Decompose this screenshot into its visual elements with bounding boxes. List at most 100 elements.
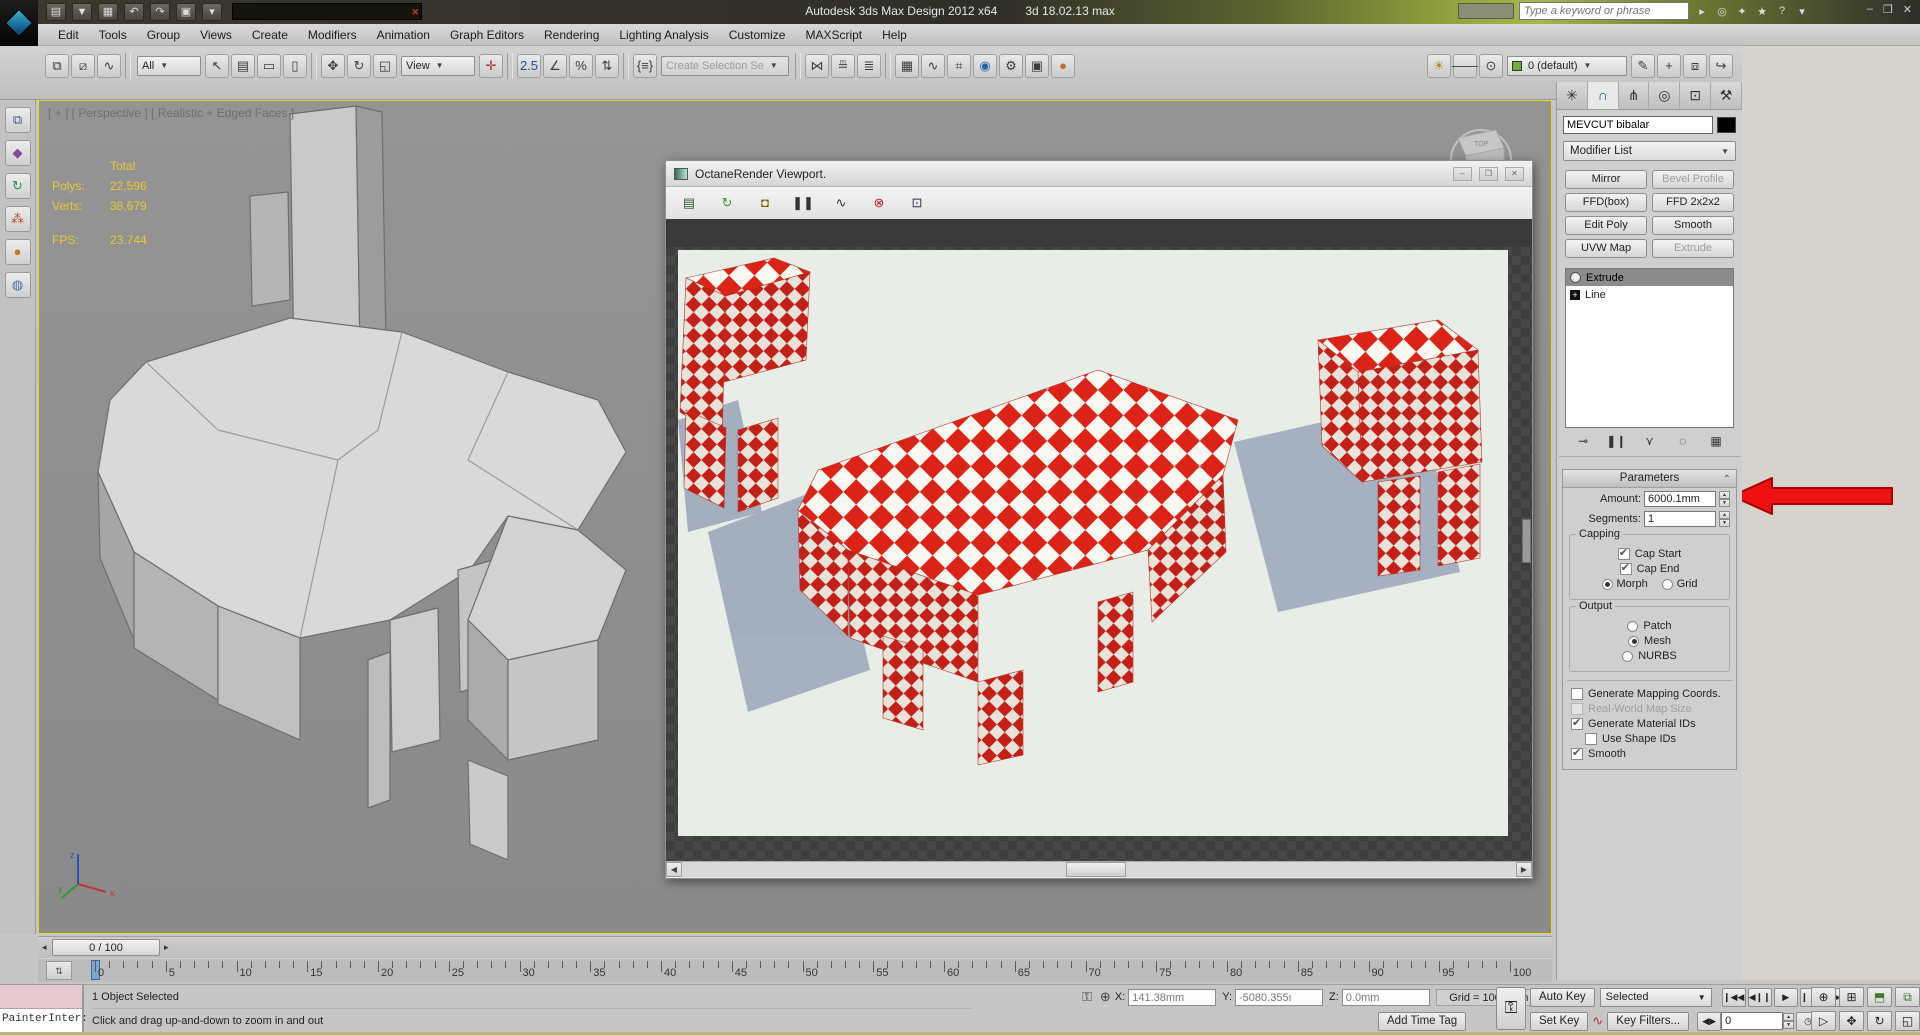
new-key-default-in-out-icon[interactable]: ∿ [1592,1013,1603,1029]
octane-close-button[interactable]: ✕ [1505,166,1524,181]
object-name-field[interactable] [1563,116,1713,134]
spinner-snap-icon[interactable]: ⇅ [595,53,619,78]
stack-item-extrude[interactable]: Extrude [1566,269,1733,286]
mesh-radio[interactable] [1628,635,1640,647]
menu-edit[interactable]: Edit [48,25,89,45]
close-icon[interactable]: ✕ [411,5,419,20]
menu-tools[interactable]: Tools [89,25,137,45]
pin-stack-icon[interactable]: ⊸ [1573,433,1593,451]
menu-create[interactable]: Create [242,25,298,45]
select-and-link-icon[interactable]: ⧉ [45,53,69,78]
object-color-swatch[interactable] [1717,117,1736,133]
use-pivot-center-icon[interactable]: ✛ [479,53,503,78]
angle-snap-icon[interactable]: ∠ [543,53,567,78]
selection-set-dropdown[interactable]: Selected ▼ [1599,987,1712,1007]
x-coordinate-field[interactable]: 141.38mm [1128,988,1217,1006]
tab-create[interactable]: ✳ [1557,82,1588,109]
track-bar-ruler[interactable]: ⇅ 0 5 10 15 20 25 30 35 40 45 50 55 60 65 70 75 80 85 90 95… [38,958,1552,982]
cap-start-checkbox[interactable] [1617,546,1630,560]
favorites-star-icon[interactable]: ★ [1754,5,1770,18]
horizontal-scrollbar-thumb[interactable] [1066,862,1126,877]
viewport-label[interactable]: [ + ] [ Perspective ] [ Realistic + Edge… [48,106,294,120]
curve-editor-icon[interactable]: ∿ [921,53,945,78]
expand-plus-icon[interactable]: + [1570,289,1580,300]
key-mode-toggle-icon[interactable]: ◀▶ [1697,1011,1722,1031]
add-time-tag-button[interactable]: Add Time Tag [1378,1011,1467,1031]
octane-window-titlebar[interactable]: OctaneRender Viewport. – ❒ ✕ [666,161,1532,187]
material-editor-icon[interactable]: ◉ [973,53,997,78]
octane-maximize-button[interactable]: ❒ [1479,166,1498,181]
set-key-button[interactable]: Set Key [1530,1011,1589,1031]
time-slider-track[interactable]: ◂ 0 / 100 ▸ [38,936,1552,958]
save-file-icon[interactable]: ▦ [98,3,118,21]
stack-item-line[interactable]: + Line [1566,286,1733,303]
window-crossing-icon[interactable]: ▯ [283,53,307,78]
named-selection-sets-icon[interactable]: {≡} [633,53,657,78]
menu-rendering[interactable]: Rendering [534,25,609,45]
stop-render-icon[interactable]: ⊗ [868,192,890,214]
mirror-icon[interactable]: ⋈ [805,53,829,78]
segments-spinner[interactable]: ▲ ▼ [1719,511,1730,527]
rendered-frame-window-icon[interactable]: ▣ [1025,53,1049,78]
modifier-button-edit-poly[interactable]: Edit Poly [1565,216,1647,235]
teapot-tool-icon[interactable]: ◍ [4,272,31,298]
render-setup-icon[interactable]: ⚙ [999,53,1023,78]
percent-snap-icon[interactable]: % [569,53,593,78]
pause-render-icon[interactable]: ❚❚ [792,192,814,214]
patch-radio[interactable] [1627,620,1639,632]
visibility-bulb-icon[interactable] [1570,272,1581,283]
key-filters-button[interactable]: Key Filters... [1607,1011,1690,1031]
maximize-button[interactable]: ❒ [1883,3,1893,16]
select-and-move-icon[interactable]: ✥ [321,53,345,78]
maximize-viewport-icon[interactable]: ◱ [1895,1011,1920,1031]
zoom-region-icon[interactable]: ⊞ [1839,987,1864,1007]
auto-key-button[interactable]: Auto Key [1530,987,1595,1007]
open-mini-curve-editor-icon[interactable]: ⇅ [46,961,72,980]
octane-minimize-button[interactable]: – [1453,166,1472,181]
set-current-layer-icon[interactable]: ↪ [1709,53,1733,78]
menu-views[interactable]: Views [190,25,242,45]
statistics-graph-icon[interactable]: ∿ [830,192,852,214]
configure-modifier-sets-icon[interactable]: ▦ [1706,433,1726,451]
z-coordinate-field[interactable]: 0.0mm [1341,988,1430,1006]
grid-radio[interactable] [1661,578,1673,590]
select-and-scale-icon[interactable]: ◱ [373,53,397,78]
align-icon[interactable]: ≞ [831,53,855,78]
menu-modifiers[interactable]: Modifiers [298,25,367,45]
modifier-button-ffd-box-[interactable]: FFD(box) [1565,193,1647,212]
listener-macro-row[interactable] [0,985,82,1009]
parameters-rollout-header[interactable]: Parameters ⌃ [1563,470,1736,488]
time-slider-right-icon[interactable]: ▸ [164,942,169,953]
menu-maxscript[interactable]: MAXScript [795,25,872,45]
scene-explorer-field[interactable]: ✕ [232,3,422,20]
absolute-mode-icon[interactable]: ⊕ [1100,989,1111,1005]
communication-center-icon[interactable]: ✦ [1734,5,1750,18]
time-slider-thumb[interactable]: 0 / 100 [52,939,160,956]
horizontal-scrollbar[interactable]: ◀ ▶ [666,861,1532,877]
smooth-checkbox[interactable] [1571,746,1583,760]
use-shape-ids-checkbox[interactable] [1585,733,1597,745]
snaps-toggle-icon[interactable]: 2.5 [517,53,541,78]
particles-icon[interactable]: ⁂ [4,206,31,232]
rectangular-selection-region-icon[interactable]: ▭ [257,53,281,78]
select-by-name-icon[interactable]: ▤ [231,53,255,78]
sphere-tool-icon[interactable]: ● [4,239,31,265]
render-production-icon[interactable]: ● [1051,53,1075,78]
tab-modify[interactable]: ∩ [1587,82,1619,109]
schematic-view-icon[interactable]: ⌗ [947,53,971,78]
orbit-icon[interactable]: ↻ [1867,1011,1892,1031]
minimize-button[interactable]: – [1867,3,1873,16]
menu-customize[interactable]: Customize [719,25,796,45]
edit-layer-icon[interactable]: ✎ [1631,53,1655,78]
make-unique-icon[interactable]: ⋎ [1640,433,1660,451]
modifier-stack[interactable]: Extrude + Line [1565,268,1734,428]
modifier-button-uvw-map[interactable]: UVW Map [1565,239,1647,258]
modifier-button-ffd-2x2x2[interactable]: FFD 2x2x2 [1652,193,1734,212]
modifier-button-mirror[interactable]: Mirror [1565,170,1647,189]
layer-dropdown[interactable]: 0 (default) ▼ [1507,55,1627,76]
modifier-list-dropdown[interactable]: Modifier List ▼ [1563,141,1736,161]
open-file-icon[interactable]: ▼ [72,3,92,21]
menu-group[interactable]: Group [137,25,190,45]
scroll-left-icon[interactable]: ◀ [666,862,682,877]
cap-end-checkbox[interactable] [1619,561,1632,575]
